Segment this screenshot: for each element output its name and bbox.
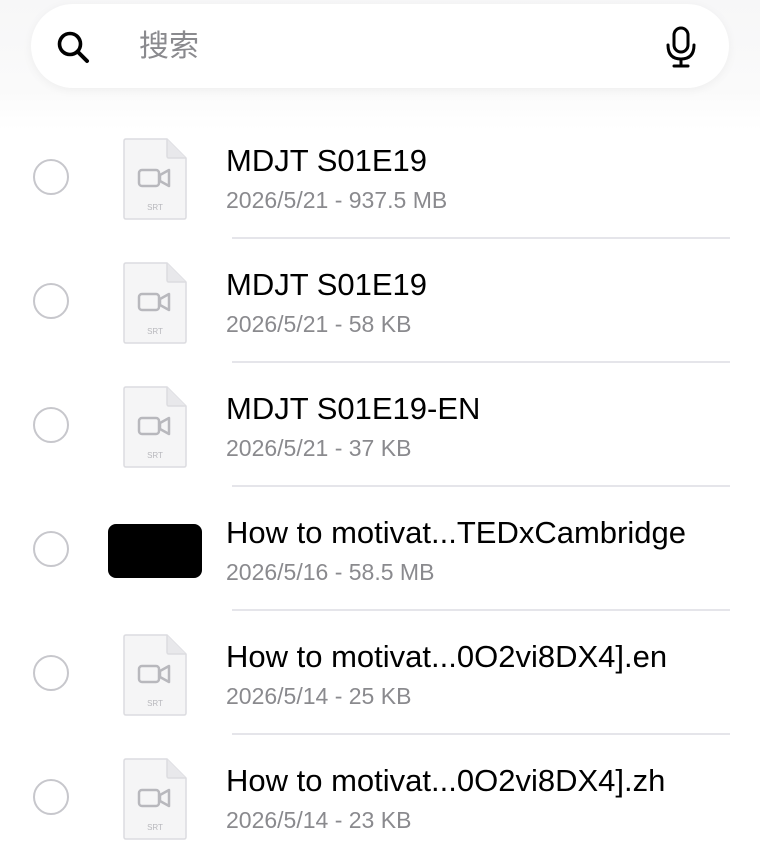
file-meta: 2026/5/21 - 58 KB — [226, 311, 412, 337]
subtitle-file-icon: SRT — [123, 634, 187, 716]
file-name: MDJT S01E19 — [226, 143, 428, 178]
file-row[interactable]: SRT MDJT S01E19 2026/5/21 - 937.5 MB — [0, 115, 760, 239]
subtitle-file-icon: SRT — [123, 386, 187, 468]
microphone-icon[interactable] — [663, 26, 699, 68]
file-meta: 2026/5/16 - 58.5 MB — [226, 559, 435, 585]
file-name: MDJT S01E19-EN — [226, 391, 481, 426]
subtitle-file-icon: SRT — [123, 758, 187, 840]
select-checkbox[interactable] — [33, 655, 69, 691]
file-name: How to motivat...TEDxCambridge — [226, 515, 686, 550]
file-row[interactable]: SRT How to motivat...0O2vi8DX4].zh 2026/… — [0, 735, 760, 844]
file-meta: 2026/5/14 - 25 KB — [226, 683, 412, 709]
subtitle-file-icon: SRT — [123, 262, 187, 344]
search-bar[interactable]: 搜索 — [31, 4, 729, 88]
select-checkbox[interactable] — [33, 531, 69, 567]
file-row[interactable]: SRT How to motivat...0O2vi8DX4].en 2026/… — [0, 611, 760, 735]
select-checkbox[interactable] — [33, 159, 69, 195]
thumb-label: SRT — [147, 327, 163, 336]
thumb-label: SRT — [147, 203, 163, 212]
thumb-label: SRT — [147, 451, 163, 460]
file-name: How to motivat...0O2vi8DX4].en — [226, 639, 668, 674]
files-screen: 搜索 SRT MDJT S01E19 2026/5/21 - 937.5 MB — [0, 0, 760, 844]
video-thumbnail — [108, 524, 202, 578]
select-checkbox[interactable] — [33, 283, 69, 319]
file-meta: 2026/5/21 - 37 KB — [226, 435, 412, 461]
file-row[interactable]: SRT MDJT S01E19 2026/5/21 - 58 KB — [0, 239, 760, 363]
thumb-label: SRT — [147, 699, 163, 708]
search-input[interactable]: 搜索 — [139, 27, 199, 67]
select-checkbox[interactable] — [33, 407, 69, 443]
file-meta: 2026/5/14 - 23 KB — [226, 807, 412, 833]
file-name: How to motivat...0O2vi8DX4].zh — [226, 763, 666, 798]
select-checkbox[interactable] — [33, 779, 69, 815]
file-list: SRT MDJT S01E19 2026/5/21 - 937.5 MB SRT… — [0, 115, 760, 844]
file-row[interactable]: How to motivat...TEDxCambridge 2026/5/16… — [0, 487, 760, 611]
file-meta: 2026/5/21 - 937.5 MB — [226, 187, 448, 213]
search-icon — [57, 31, 89, 63]
file-name: MDJT S01E19 — [226, 267, 428, 302]
thumb-label: SRT — [147, 823, 163, 832]
subtitle-file-icon: SRT — [123, 138, 187, 220]
file-row[interactable]: SRT MDJT S01E19-EN 2026/5/21 - 37 KB — [0, 363, 760, 487]
